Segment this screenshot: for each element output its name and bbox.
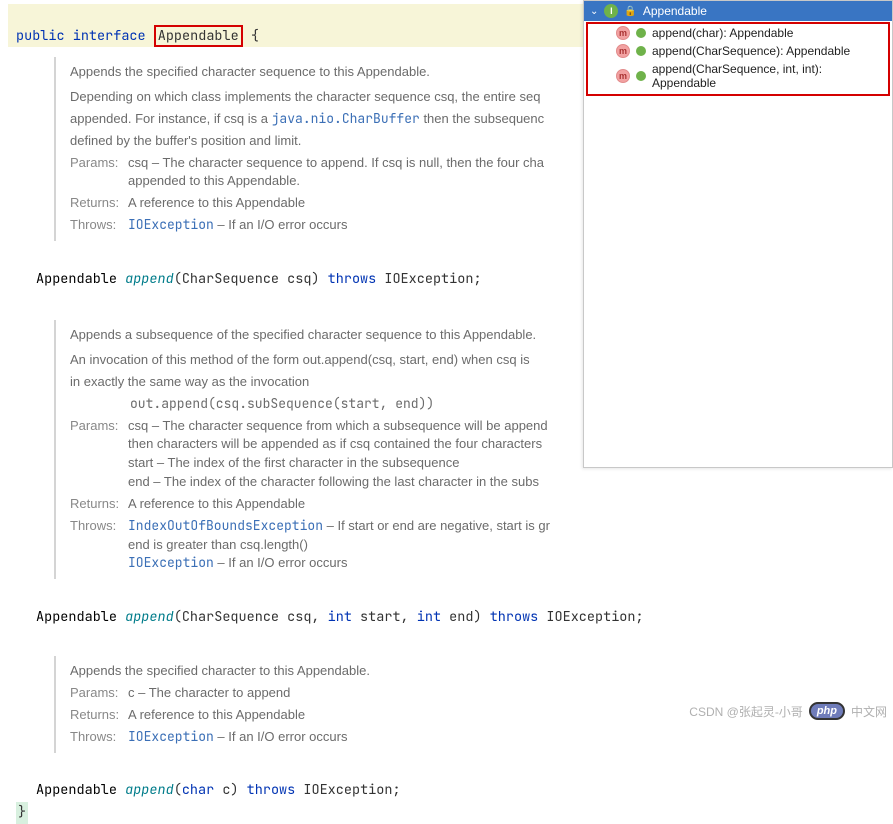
interface-name-highlight: Appendable (154, 25, 243, 47)
php-badge-icon: php (809, 702, 845, 720)
public-icon (636, 28, 646, 38)
watermark: CSDN @张起灵-小哥 php 中文网 (689, 702, 887, 720)
method-icon: m (616, 26, 630, 40)
public-icon (636, 46, 646, 56)
structure-item[interactable]: m append(CharSequence): Appendable (588, 42, 888, 60)
keyword-public: public (16, 27, 65, 45)
doc-link-charbuffer[interactable]: java.nio.CharBuffer (272, 110, 420, 127)
structure-root[interactable]: ⌄ I 🔒 Appendable (584, 1, 892, 21)
structure-item[interactable]: m append(CharSequence, int, int): Append… (588, 60, 888, 92)
chevron-down-icon[interactable]: ⌄ (590, 6, 598, 17)
brace-close-line: } (8, 802, 893, 824)
javadoc-block-3: Appends the specified character to this … (54, 656, 774, 752)
doc-throws: Throws: IOException – If an I/O error oc… (70, 728, 764, 747)
doc-summary: Appends the specified character to this … (70, 662, 764, 681)
doc-returns: Returns: A reference to this Appendable (70, 495, 764, 514)
structure-item-label: append(CharSequence, int, int): Appendab… (652, 62, 882, 90)
structure-item-label: append(CharSequence): Appendable (652, 44, 850, 58)
structure-item-label: append(char): Appendable (652, 26, 793, 40)
structure-methods-highlight: m append(char): Appendable m append(Char… (586, 22, 890, 96)
structure-root-label: Appendable (643, 4, 707, 18)
doc-throws: Throws: IndexOutOfBoundsException – If s… (70, 517, 764, 574)
method-signature-3[interactable]: Appendable append(char c) throws IOExcep… (8, 759, 893, 802)
interface-icon: I (604, 4, 618, 18)
method-icon: m (616, 69, 630, 83)
doc-link-ioexception[interactable]: IOException (128, 216, 214, 233)
doc-link-ioobe[interactable]: IndexOutOfBoundsException (128, 517, 323, 534)
doc-link-ioexception[interactable]: IOException (128, 554, 214, 571)
brace-open: { (251, 27, 259, 45)
doc-returns: Returns: A reference to this Appendable (70, 706, 764, 725)
structure-item[interactable]: m append(char): Appendable (588, 24, 888, 42)
keyword-interface: interface (73, 27, 146, 45)
doc-link-ioexception[interactable]: IOException (128, 728, 214, 745)
lock-icon: 🔒 (624, 6, 636, 17)
closing-brace: } (16, 802, 28, 824)
public-icon (636, 71, 646, 81)
structure-popup[interactable]: ⌄ I 🔒 Appendable m append(char): Appenda… (583, 0, 893, 468)
doc-params: Params: c – The character to append (70, 684, 764, 703)
method-signature-2[interactable]: Appendable append(CharSequence csq, int … (8, 585, 893, 628)
method-icon: m (616, 44, 630, 58)
